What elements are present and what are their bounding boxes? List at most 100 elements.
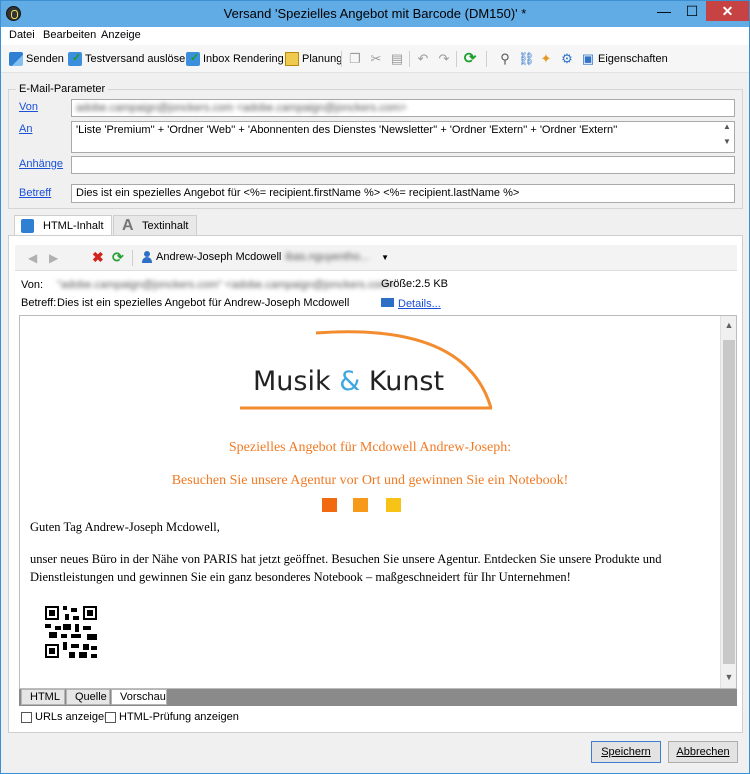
test-send-icon [68, 51, 82, 66]
refresh-button[interactable]: ⟳ [463, 51, 477, 67]
subject-link[interactable]: Betreff [19, 187, 51, 199]
subject-field[interactable]: Dies ist ein spezielles Angebot für <%= … [71, 184, 735, 203]
personalize-icon: ✦ [540, 51, 552, 66]
to-field[interactable]: 'Liste 'Premium'' + 'Ordner 'Web'' + 'Ab… [71, 121, 735, 153]
from-field[interactable]: adobe.campaign@jonckers.com <adobe.campa… [71, 99, 735, 117]
copy-button[interactable]: ❐ [348, 51, 362, 67]
copy-icon: ❐ [349, 51, 361, 66]
paste-icon: ▤ [390, 51, 404, 66]
tab-html-label: HTML-Inhalt [43, 220, 104, 232]
show-urls-label: URLs anzeigen [35, 711, 111, 723]
personalize-button[interactable]: ✦ [539, 51, 553, 67]
cancel-button[interactable]: Abbrechen [668, 741, 738, 763]
test-send-button[interactable]: Testversand auslösen [68, 51, 191, 67]
properties-button[interactable]: ▣ Eigenschaften [581, 51, 668, 67]
recipient-name: Andrew-Joseph Mcdowell [156, 251, 282, 263]
show-urls-option[interactable]: URLs anzeigen [21, 711, 110, 723]
nav-separator [132, 250, 133, 266]
refresh-preview-icon[interactable]: ⟳ [112, 250, 124, 264]
link-button[interactable]: ⛓ [518, 51, 535, 67]
qr-code-image [45, 606, 97, 658]
attachment-button[interactable]: ⚲ [498, 51, 512, 67]
preview-from-value: "adobe.campaign@jonckers.com" <adobe.cam… [57, 279, 396, 291]
inbox-rendering-icon [186, 51, 200, 66]
tab-source-view[interactable]: Quelle [66, 689, 110, 705]
paste-button[interactable]: ▤ [390, 51, 404, 67]
preview-vertical-scrollbar[interactable]: ▲ ▼ [720, 316, 736, 688]
calendar-icon [285, 52, 299, 66]
size-value: 2.5 KB [415, 278, 449, 290]
planning-label: Planung [302, 53, 343, 65]
cut-icon: ✂ [370, 51, 382, 66]
tab-text-label: Textinhalt [142, 220, 189, 232]
html-document-icon [21, 219, 34, 233]
clear-icon[interactable]: ✖ [92, 250, 104, 264]
show-urls-checkbox[interactable] [21, 711, 32, 723]
person-icon [142, 251, 152, 263]
menu-bearbeiten[interactable]: Bearbeiten [43, 29, 96, 41]
greeting-text: Guten Tag Andrew-Joseph Mcdowell, [30, 520, 220, 534]
send-icon [9, 52, 23, 66]
preview-navigation-bar: ◀ ▶ ✖ ⟳ Andrew-Joseph Mcdowell ibas.nguy… [15, 245, 737, 271]
scroll-up-icon[interactable]: ▲ [721, 320, 737, 330]
tab-preview-view[interactable]: Vorschau [111, 689, 167, 705]
offer-title: Spezielles Angebot für Mcdowell Andrew-J… [228, 440, 512, 455]
link-icon: ⛓ [518, 51, 535, 66]
cut-button[interactable]: ✂ [369, 51, 383, 67]
maximize-button[interactable]: ☐ [679, 1, 705, 21]
tab-text-content[interactable]: A Textinhalt [113, 215, 197, 236]
forward-arrow-icon[interactable]: ▶ [49, 251, 63, 265]
recipient-selector[interactable]: Andrew-Joseph Mcdowell ibas.nguyentho...… [142, 251, 389, 263]
recipient-email: ibas.nguyentho... [285, 251, 370, 263]
tab-html-content[interactable]: HTML-Inhalt [14, 215, 112, 237]
logo-word-kunst: Kunst [360, 366, 445, 397]
details-link[interactable]: Details... [398, 298, 441, 310]
save-button[interactable]: Speichern [591, 741, 661, 763]
text-format-icon: A [122, 217, 134, 234]
attachments-link[interactable]: Anhänge [19, 158, 63, 170]
logo-ampersand: & [339, 366, 361, 397]
close-button[interactable]: ✕ [706, 1, 749, 21]
attachments-field[interactable] [71, 156, 735, 174]
logo-text: Musik & Kunst [253, 366, 444, 397]
planning-button[interactable]: Planung [285, 51, 342, 67]
show-html-check-checkbox[interactable] [105, 711, 116, 723]
toolbar-separator [456, 51, 457, 67]
decor-square-1 [322, 498, 337, 512]
email-parameters-title: E-Mail-Parameter [16, 83, 109, 95]
from-link[interactable]: Von [19, 101, 38, 113]
chevron-down-icon[interactable]: ▼ [720, 137, 734, 146]
scrollbar-thumb[interactable] [723, 340, 735, 664]
preview-from-label: Von: [21, 279, 44, 291]
to-field-scrollbar[interactable]: ▲ ▼ [720, 122, 734, 152]
to-link[interactable]: An [19, 123, 32, 135]
menu-datei[interactable]: Datei [9, 29, 35, 41]
scroll-down-icon[interactable]: ▼ [721, 672, 737, 682]
envelope-icon [381, 298, 394, 307]
view-mode-tabs: HTML Quelle Vorschau [19, 689, 737, 706]
test-send-label: Testversand auslösen [85, 53, 192, 65]
show-html-check-option[interactable]: HTML-Prüfung anzeigen [105, 711, 239, 723]
from-value: adobe.campaign@jonckers.com <adobe.campa… [76, 102, 407, 114]
tab-html-view[interactable]: HTML [21, 689, 65, 705]
back-arrow-icon[interactable]: ◀ [28, 251, 42, 265]
chevron-up-icon[interactable]: ▲ [720, 122, 734, 131]
inbox-rendering-button[interactable]: Inbox Rendering [186, 51, 284, 67]
properties-icon: ▣ [581, 51, 595, 66]
title-bar[interactable]: Versand 'Spezielles Angebot mit Barcode … [1, 1, 749, 27]
email-preview: Musik & Kunst Spezielles Angebot für Mcd… [19, 315, 737, 689]
send-button[interactable]: Senden [9, 51, 64, 67]
redo-button[interactable]: ↷ [437, 51, 451, 67]
dropdown-arrow-icon[interactable]: ▼ [381, 253, 389, 262]
redo-icon: ↷ [438, 51, 450, 66]
menu-anzeige[interactable]: Anzeige [101, 29, 141, 41]
undo-button[interactable]: ↶ [416, 51, 430, 67]
save-label: Speichern [601, 746, 651, 758]
preview-subject-value: Dies ist ein spezielles Angebot für Andr… [57, 297, 350, 309]
send-label: Senden [26, 53, 64, 65]
tracking-button[interactable]: ⚙ [560, 51, 574, 67]
inbox-rendering-label: Inbox Rendering [203, 53, 284, 65]
toolbar: Senden Testversand auslösen Inbox Render… [1, 45, 749, 73]
logo-word-musik: Musik [253, 366, 340, 397]
minimize-button[interactable]: — [651, 1, 677, 21]
